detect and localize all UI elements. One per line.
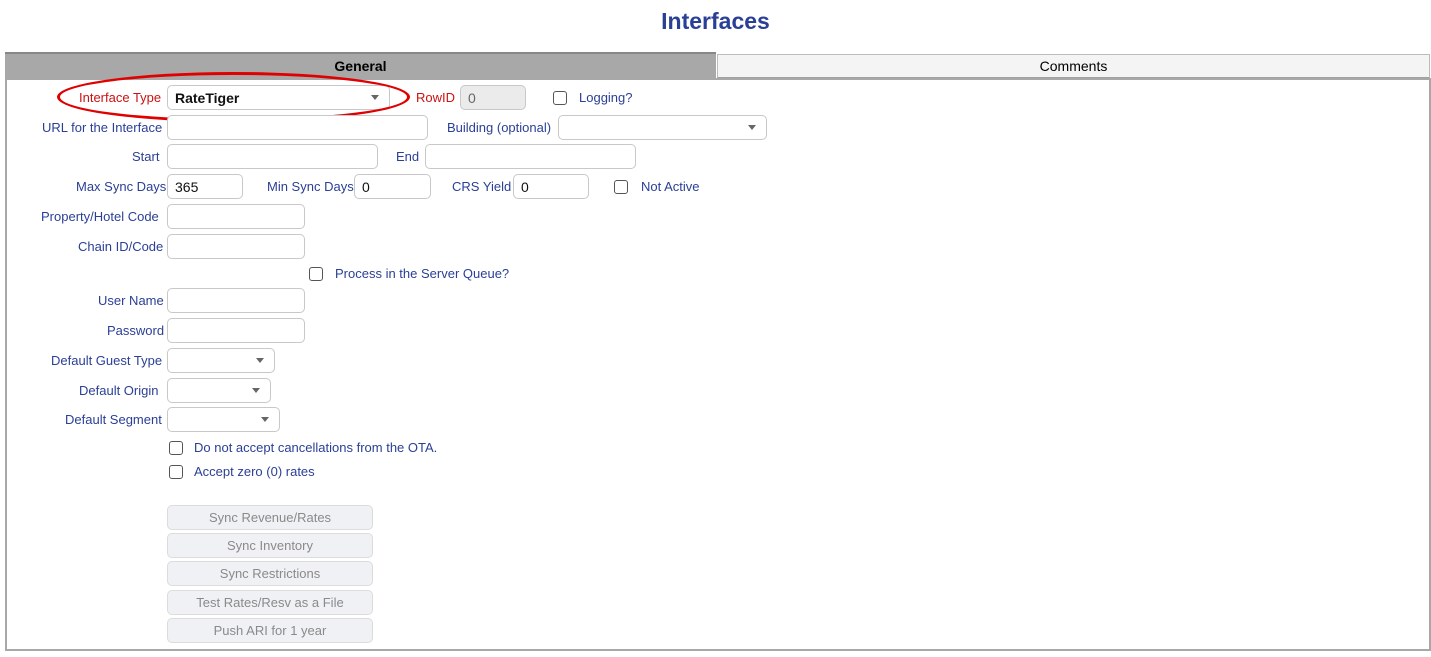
tab-general[interactable]: General bbox=[5, 52, 716, 79]
no-cancellations-label: Do not accept cancellations from the OTA… bbox=[194, 440, 438, 455]
tab-comments[interactable]: Comments bbox=[717, 54, 1430, 79]
chevron-down-icon bbox=[256, 358, 264, 363]
max-sync-days-input[interactable]: 365 bbox=[167, 174, 243, 199]
chevron-down-icon bbox=[252, 388, 260, 393]
building-label: Building (optional) bbox=[447, 120, 552, 135]
no-cancellations-checkbox[interactable] bbox=[169, 441, 183, 455]
building-select[interactable] bbox=[558, 115, 767, 140]
end-input[interactable] bbox=[425, 144, 636, 169]
push-ari-button[interactable]: Push ARI for 1 year bbox=[167, 618, 373, 643]
start-label: Start bbox=[132, 149, 160, 164]
server-queue-checkbox[interactable] bbox=[309, 267, 323, 281]
test-rates-button[interactable]: Test Rates/Resv as a File bbox=[167, 590, 373, 615]
interface-type-value: RateTiger bbox=[175, 90, 240, 106]
chevron-down-icon bbox=[371, 95, 379, 100]
chevron-down-icon bbox=[261, 417, 269, 422]
property-code-label: Property/Hotel Code bbox=[41, 209, 159, 224]
user-name-input[interactable] bbox=[167, 288, 305, 313]
zero-rates-label: Accept zero (0) rates bbox=[194, 464, 315, 479]
tab-bar: General Comments bbox=[5, 52, 1430, 79]
url-label: URL for the Interface bbox=[42, 120, 163, 135]
not-active-checkbox[interactable] bbox=[614, 180, 628, 194]
interface-type-label: Interface Type bbox=[79, 90, 162, 105]
default-origin-select[interactable] bbox=[167, 378, 271, 403]
chain-id-input[interactable] bbox=[167, 234, 305, 259]
crs-yield-input[interactable]: 0 bbox=[513, 174, 589, 199]
chevron-down-icon bbox=[748, 125, 756, 130]
end-label: End bbox=[396, 149, 420, 164]
default-guest-type-label: Default Guest Type bbox=[51, 353, 163, 368]
server-queue-label: Process in the Server Queue? bbox=[335, 266, 510, 281]
min-sync-days-input[interactable]: 0 bbox=[354, 174, 431, 199]
password-input[interactable] bbox=[167, 318, 305, 343]
url-input[interactable] bbox=[167, 115, 428, 140]
max-sync-days-label: Max Sync Days bbox=[76, 179, 167, 194]
logging-checkbox[interactable] bbox=[553, 91, 567, 105]
default-guest-type-select[interactable] bbox=[167, 348, 275, 373]
default-segment-select[interactable] bbox=[167, 407, 280, 432]
chain-id-label: Chain ID/Code bbox=[78, 239, 164, 254]
sync-revenue-button[interactable]: Sync Revenue/Rates bbox=[167, 505, 373, 530]
start-input[interactable] bbox=[167, 144, 378, 169]
user-name-label: User Name bbox=[98, 293, 164, 308]
sync-inventory-button[interactable]: Sync Inventory bbox=[167, 533, 373, 558]
min-sync-days-label: Min Sync Days bbox=[267, 179, 354, 194]
not-active-label: Not Active bbox=[641, 179, 700, 194]
default-origin-label: Default Origin bbox=[79, 383, 159, 398]
property-code-input[interactable] bbox=[167, 204, 305, 229]
zero-rates-checkbox[interactable] bbox=[169, 465, 183, 479]
interface-type-select[interactable]: RateTiger bbox=[167, 85, 390, 110]
password-label: Password bbox=[107, 323, 165, 338]
crs-yield-label: CRS Yield bbox=[452, 179, 512, 194]
rowid-field[interactable]: 0 bbox=[460, 85, 526, 110]
rowid-label: RowID bbox=[416, 90, 456, 105]
default-segment-label: Default Segment bbox=[65, 412, 162, 427]
sync-restrictions-button[interactable]: Sync Restrictions bbox=[167, 561, 373, 586]
logging-label: Logging? bbox=[579, 90, 633, 105]
page-title: Interfaces bbox=[661, 8, 770, 34]
